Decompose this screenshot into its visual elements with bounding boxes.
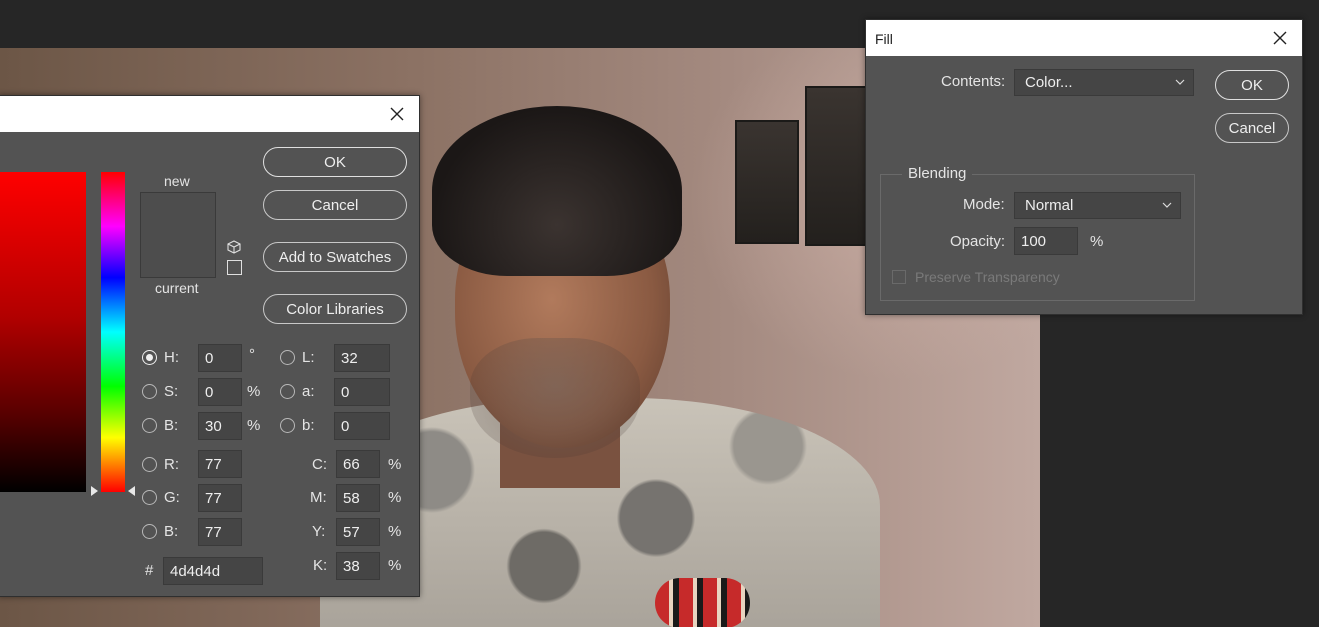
lab-b-field[interactable] [334,412,390,440]
percent-unit: % [1090,233,1104,250]
green-label: G: [164,489,180,506]
red-field[interactable] [198,450,242,478]
brightness-radio[interactable] [142,418,157,433]
add-to-swatches-button[interactable]: Add to Swatches [263,242,407,272]
blending-title: Blending [902,165,973,182]
lab-l-field[interactable] [334,344,390,372]
wall-picture-frame [805,86,867,246]
red-label: R: [164,456,179,473]
percent-unit: % [247,417,261,434]
contents-select[interactable]: Color... [1014,69,1194,96]
cancel-button[interactable]: Cancel [1215,113,1289,143]
cyan-field[interactable] [336,450,380,478]
opacity-label: Opacity: [950,233,1006,250]
preserve-transparency-label: Preserve Transparency [915,269,1060,285]
hue-radio[interactable] [142,350,157,365]
yellow-field[interactable] [336,518,380,546]
ok-button[interactable]: OK [1215,70,1289,100]
yellow-label: Y: [312,523,326,540]
saturation-field[interactable] [198,378,242,406]
saturation-brightness-field[interactable] [0,172,86,492]
lab-l-label: L: [302,349,315,366]
lab-a-radio[interactable] [280,384,295,399]
color-picker-dialog: new current OK Cancel Add to Swatches Co… [0,95,420,597]
cyan-label: C: [312,456,327,473]
blue-label: B: [164,523,179,540]
blend-mode-value: Normal [1025,197,1074,214]
shirt-snake-print [655,578,750,627]
blend-mode-select[interactable]: Normal [1014,192,1181,219]
hex-label: # [145,562,154,579]
lab-b-radio[interactable] [280,418,295,433]
ok-button[interactable]: OK [263,147,407,177]
percent-unit: % [388,523,402,540]
hue-slider-handle-right[interactable] [128,486,135,496]
hue-slider-handle-left[interactable] [91,486,98,496]
chevron-down-icon [1175,79,1185,85]
brightness-field[interactable] [198,412,242,440]
hair [432,106,682,276]
lab-b-label: b: [302,417,315,434]
close-icon[interactable] [379,96,415,132]
fill-dialog: Fill Contents: Color... OK Cancel Blendi… [865,19,1303,315]
percent-unit: % [388,489,402,506]
green-field[interactable] [198,484,242,512]
lab-l-radio[interactable] [280,350,295,365]
percent-unit: % [247,383,261,400]
magenta-field[interactable] [336,484,380,512]
black-field[interactable] [336,552,380,580]
red-radio[interactable] [142,457,157,472]
new-color-swatch [141,193,215,235]
current-label: current [155,280,199,296]
wall-picture-frame [735,120,799,244]
current-color-swatch[interactable] [141,235,215,277]
contents-label: Contents: [941,73,1006,90]
blue-field[interactable] [198,518,242,546]
black-label: K: [313,557,328,574]
lab-a-label: a: [302,383,315,400]
hue-field[interactable] [198,344,242,372]
chevron-down-icon [1162,202,1172,208]
close-icon[interactable] [1262,20,1298,56]
color-swatch-preview [140,192,216,278]
saturation-label: S: [164,383,179,400]
brightness-label: B: [164,417,179,434]
magenta-label: M: [310,489,327,506]
percent-unit: % [388,456,402,473]
degree-unit: ° [249,346,255,363]
contents-value: Color... [1025,74,1073,91]
web-safe-color-box[interactable] [227,260,242,275]
opacity-field[interactable] [1014,227,1078,255]
preserve-transparency-checkbox[interactable] [892,270,906,284]
hue-label: H: [164,349,179,366]
green-radio[interactable] [142,490,157,505]
fill-titlebar: Fill [866,20,1302,56]
saturation-radio[interactable] [142,384,157,399]
gamut-cube-icon[interactable] [227,240,241,254]
mode-label: Mode: [963,196,1005,213]
fill-title: Fill [875,31,893,47]
cancel-button[interactable]: Cancel [263,190,407,220]
color-picker-titlebar [0,96,419,132]
color-libraries-button[interactable]: Color Libraries [263,294,407,324]
beard [470,338,640,458]
percent-unit: % [388,557,402,574]
new-label: new [164,173,190,189]
hex-field[interactable] [163,557,263,585]
lab-a-field[interactable] [334,378,390,406]
hue-slider[interactable] [101,172,125,492]
blue-radio[interactable] [142,524,157,539]
